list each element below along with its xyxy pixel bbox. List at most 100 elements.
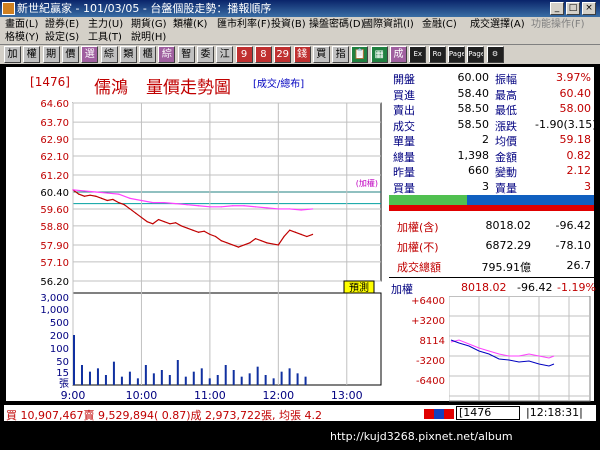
menu-item-4[interactable]: 類權(K)	[173, 18, 207, 31]
menu-item-8[interactable]: 國際資訊(I)	[363, 18, 414, 31]
series-1-point-1	[83, 190, 86, 192]
maximize-button[interactable]: □	[566, 2, 580, 15]
menu-item-row2-3[interactable]: 說明(H)	[131, 31, 166, 44]
index-value-2: 795.91億	[481, 261, 532, 274]
volume-bar-26	[280, 371, 283, 385]
series-0-point-37	[283, 235, 285, 238]
volume-bar-21	[240, 376, 243, 385]
menu-item-2[interactable]: 主力(U)	[88, 18, 123, 31]
quote-right-label-0: 振幅	[495, 73, 517, 86]
menu-item-1[interactable]: 證券(E)	[45, 18, 79, 31]
volume-bar-15	[192, 371, 195, 385]
menu-item-5[interactable]: 匯市利率(F)	[217, 18, 271, 31]
toolbar-button-9[interactable]: 智	[177, 46, 195, 63]
menu-item-9[interactable]: 金融(C)	[422, 18, 457, 31]
series-1-point-15	[243, 205, 245, 207]
menu-item-11[interactable]: 功能操作(F)	[531, 18, 585, 31]
toolbar-button-20[interactable]: 成	[390, 46, 407, 63]
volume-bar-17	[208, 378, 211, 385]
series-0-point-24	[209, 233, 211, 235]
toolbar-button-6[interactable]: 類	[119, 46, 137, 63]
volume-bar-7	[128, 371, 131, 385]
toolbar-button-15[interactable]: 錢	[293, 46, 311, 63]
reference-label: (加權)	[356, 178, 378, 188]
toolbar-button-2[interactable]: 期	[42, 46, 60, 63]
series-1-point-2	[95, 191, 97, 193]
menu-item-3[interactable]: 期貨(G)	[131, 18, 167, 31]
toolbar-button-25[interactable]: ⚙	[486, 46, 504, 63]
quote-right-value-1: 60.40	[559, 86, 592, 100]
volume-bar-5	[112, 361, 115, 385]
toolbar-button-24[interactable]: Page	[467, 46, 485, 63]
volume-bar-2	[88, 371, 91, 385]
index-value-0: 8018.02	[485, 219, 532, 232]
menu-item-row2-2[interactable]: 工具(T)	[88, 31, 122, 44]
toolbar-button-22[interactable]: Ro	[428, 46, 446, 63]
index-change-0: -96.42	[555, 219, 591, 232]
toolbar-button-7[interactable]: 櫃	[139, 46, 157, 63]
toolbar-button-8[interactable]: 綜	[158, 46, 176, 63]
toolbar-button-0[interactable]: 加	[4, 46, 21, 63]
quote-right-value-7: 3	[584, 179, 591, 193]
toolbar-button-3[interactable]: 價	[61, 46, 79, 63]
quote-left-value-6: 660	[468, 164, 489, 177]
toolbar-button-17[interactable]: 指	[332, 46, 350, 63]
volume-bar-20	[232, 370, 235, 385]
price-tick-label-2: 62.90	[40, 135, 69, 146]
footer: http://kujd3268.pixnet.net/album	[0, 422, 600, 450]
toolbar-button-5[interactable]: 綜	[100, 46, 118, 63]
toolbar-button-4[interactable]: 選	[81, 46, 99, 63]
toolbar-button-18[interactable]: 📋	[351, 46, 369, 63]
series-0-point-4	[95, 195, 97, 197]
price-tick-label-4: 61.20	[40, 171, 69, 182]
quote-right-value-0: 3.97%	[556, 71, 591, 84]
volume-bar-1	[80, 365, 83, 385]
series-0-point-29	[237, 246, 240, 248]
volume-tick-label-0: 3,000	[40, 293, 69, 304]
volume-bar-24	[264, 375, 267, 385]
series-0-point-28	[232, 244, 234, 246]
toolbar-button-16[interactable]: 買	[312, 46, 330, 63]
series-0-point-40	[300, 233, 302, 235]
toolbar-button-19[interactable]: ▦	[370, 46, 388, 63]
code-input[interactable]: [1476	[456, 406, 520, 420]
mini-value: 8018.02	[461, 281, 507, 294]
toolbar-button-13[interactable]: 8	[254, 46, 272, 63]
toolbar-button-14[interactable]: 29	[274, 46, 292, 63]
toolbar-button-12[interactable]: 9	[235, 46, 253, 63]
status-bar: 買 10,907,467賣 9,529,894( 0.87)成 2,973,72…	[4, 404, 596, 422]
quote-left-value-1: 58.40	[457, 86, 490, 100]
mini-ytick-1: +3200	[411, 316, 445, 327]
menu-item-7[interactable]: 操盤密碼(D)	[309, 18, 365, 31]
time-tick-label-4: 13:00	[331, 389, 363, 402]
menu-item-row2-1[interactable]: 設定(S)	[45, 31, 79, 44]
volume-tick-label-1: 1,000	[40, 305, 69, 316]
price-tick-label-1: 63.70	[40, 118, 69, 129]
series-0-point-10	[129, 208, 131, 210]
toolbar-button-10[interactable]: 委	[197, 46, 214, 63]
quote-right-value-4: 59.18	[559, 133, 592, 146]
volume-bar-16	[200, 368, 203, 385]
series-0-point-20	[186, 227, 188, 229]
toolbar-button-23[interactable]: Page	[447, 46, 465, 63]
toolbar-button-1[interactable]: 權	[23, 46, 41, 63]
menu-item-0[interactable]: 畫面(L)	[5, 18, 38, 31]
series-0-point-27	[226, 242, 228, 244]
toolbar-button-21[interactable]: Ex	[409, 46, 427, 63]
menu-item-row2-0[interactable]: 格模(Y)	[5, 31, 39, 44]
price-tick-label-5: 60.40	[40, 188, 69, 199]
minimize-button[interactable]: _	[550, 2, 564, 15]
mini-chart	[449, 296, 591, 402]
menu-item-6[interactable]: 投資(B)	[271, 18, 306, 31]
close-button[interactable]: ×	[582, 2, 596, 15]
series-1-point-17	[266, 207, 268, 209]
series-1-point-14	[232, 205, 234, 207]
trade-summary: 買 10,907,467賣 9,529,894( 0.87)成 2,973,72…	[6, 409, 322, 422]
quote-right-label-6: 變動	[495, 166, 517, 179]
menu-item-10[interactable]: 成交選擇(A)	[470, 18, 525, 31]
series-0-point-18	[175, 222, 177, 224]
price-tick-label-10: 56.20	[40, 277, 69, 288]
toolbar-button-11[interactable]: 江	[216, 46, 234, 63]
price-tick-label-3: 62.10	[40, 152, 69, 163]
index-label-2: 成交總額	[397, 261, 441, 274]
